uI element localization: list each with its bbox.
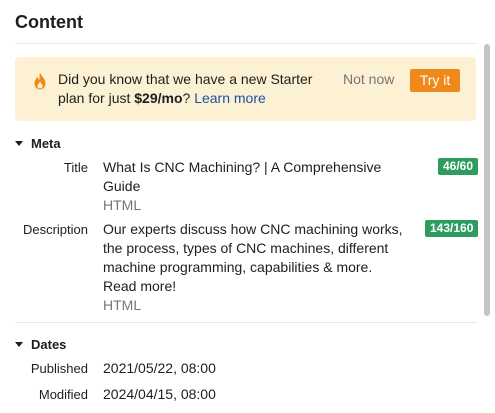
not-now-button[interactable]: Not now <box>343 71 394 87</box>
description-value: Our experts discuss how CNC machining wo… <box>103 221 403 294</box>
published-label: Published <box>30 361 88 376</box>
description-length-badge: 143/160 <box>425 220 479 237</box>
modified-value: 2024/04/15, 08:00 <box>103 386 216 402</box>
modified-label: Modified <box>38 387 88 402</box>
meta-heading: Meta <box>31 136 61 151</box>
dates-heading: Dates <box>31 337 67 352</box>
notice-text-after: ? <box>182 90 195 106</box>
title-label: Title <box>63 160 88 175</box>
description-format: HTML <box>103 297 142 313</box>
published-value: 2021/05/22, 08:00 <box>103 360 216 376</box>
meta-section-toggle[interactable]: Meta <box>15 136 61 151</box>
caret-down-icon <box>15 342 23 347</box>
title-format: HTML <box>103 197 142 213</box>
notice-price: $29/mo <box>134 90 183 106</box>
try-it-button[interactable]: Try it <box>410 69 460 92</box>
title-value: What Is CNC Machining? | A Comprehensive… <box>103 159 382 194</box>
panel-title: Content <box>15 12 83 32</box>
caret-down-icon <box>15 141 23 146</box>
flame-icon <box>33 72 47 90</box>
upgrade-notice: Did you know that we have a new Starter … <box>15 57 476 121</box>
title-length-badge: 46/60 <box>438 158 479 175</box>
description-label: Description <box>22 222 88 237</box>
learn-more-link[interactable]: Learn more <box>194 90 266 106</box>
scrollbar-thumb[interactable] <box>484 44 490 316</box>
section-divider <box>15 322 477 323</box>
notice-message: Did you know that we have a new Starter … <box>58 70 328 108</box>
description-field[interactable]: Our experts discuss how CNC machining wo… <box>103 220 403 315</box>
content-panel: Content Did you know that we have a new … <box>0 0 495 413</box>
dates-section-toggle[interactable]: Dates <box>15 337 66 352</box>
title-divider <box>15 43 477 44</box>
title-field[interactable]: What Is CNC Machining? | A Comprehensive… <box>103 158 403 215</box>
